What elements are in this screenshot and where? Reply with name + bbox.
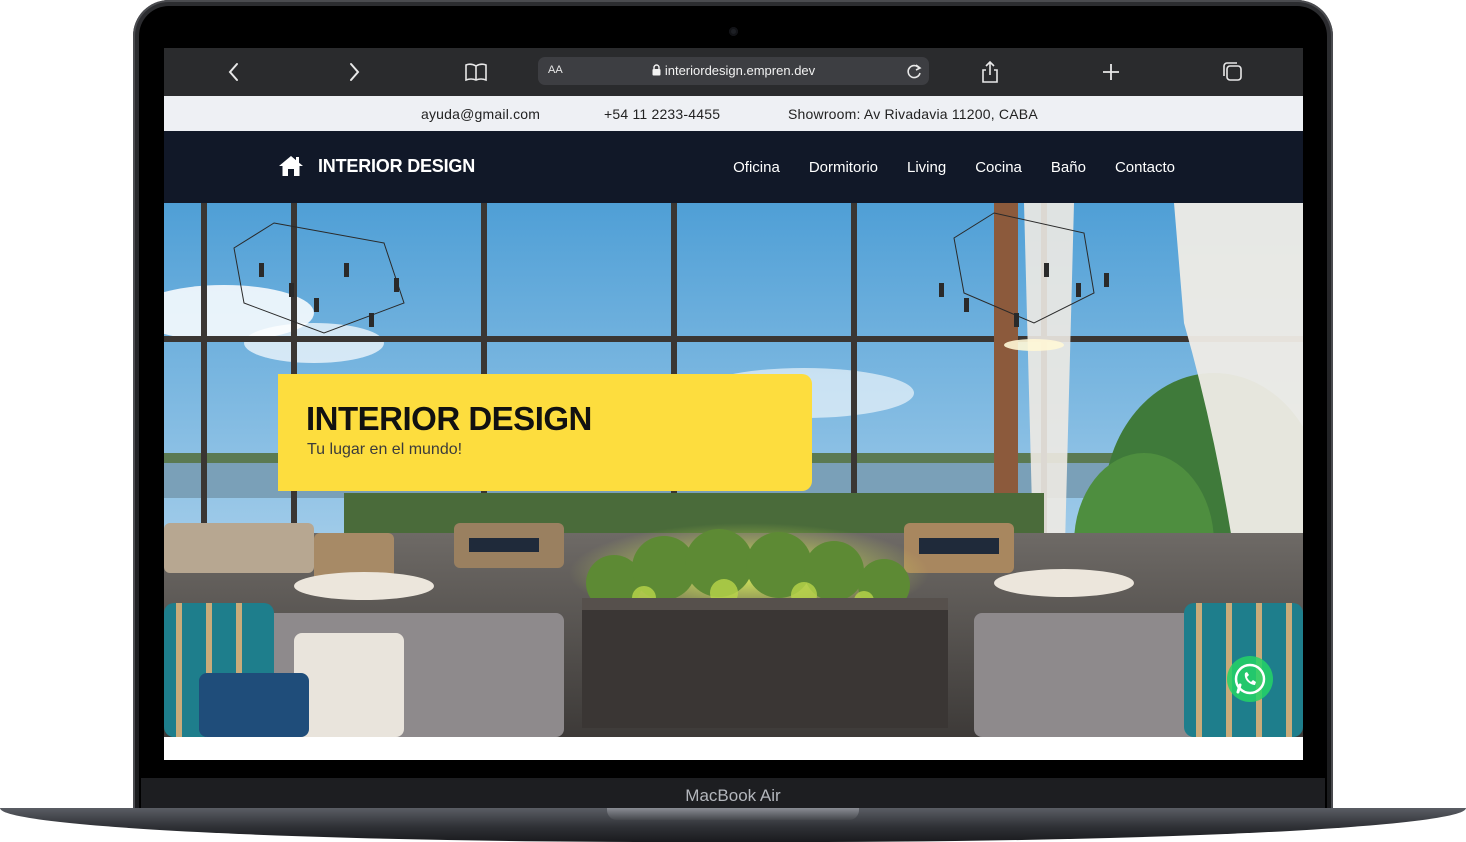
nav-link-dormitorio[interactable]: Dormitorio xyxy=(809,159,878,176)
browser-toolbar: AA interiordesign.empren.dev xyxy=(164,48,1303,96)
brand-name: INTERIOR DESIGN xyxy=(318,155,476,176)
nav-link-contacto[interactable]: Contacto xyxy=(1115,159,1175,176)
plus-icon xyxy=(1103,64,1119,80)
bookmarks-button[interactable] xyxy=(464,60,488,84)
contact-bar: ayuda@gmail.com +54 11 2233-4455 Showroo… xyxy=(164,96,1303,131)
model-label: MacBook Air xyxy=(685,786,781,805)
nav-link-cocina[interactable]: Cocina xyxy=(975,159,1022,176)
contact-email[interactable]: ayuda@gmail.com xyxy=(421,106,540,122)
hero-title: INTERIOR DESIGN xyxy=(306,400,592,437)
book-icon xyxy=(465,63,487,82)
lock-icon xyxy=(652,64,661,76)
url-text: interiordesign.empren.dev xyxy=(664,63,816,78)
forward-icon xyxy=(350,63,360,81)
main-navbar: INTERIOR DESIGN Oficina Dormitorio Livin… xyxy=(164,131,1303,203)
address-bar[interactable]: AA interiordesign.empren.dev xyxy=(538,57,929,85)
nav-link-bano[interactable]: Baño xyxy=(1051,159,1086,176)
brand-logo[interactable]: INTERIOR DESIGN xyxy=(278,155,475,177)
share-icon xyxy=(982,60,998,83)
screen: AA interiordesign.empren.dev ayuda@gmail… xyxy=(164,48,1303,760)
nav-link-oficina[interactable]: Oficina xyxy=(733,159,780,176)
new-tab-button[interactable] xyxy=(1099,60,1123,84)
whatsapp-icon xyxy=(1227,656,1273,702)
back-button[interactable] xyxy=(222,60,246,84)
hero-section: INTERIOR DESIGN Tu lugar en el mundo! xyxy=(164,203,1303,737)
contact-phone[interactable]: +54 11 2233-4455 xyxy=(604,106,720,122)
forward-button[interactable] xyxy=(342,60,366,84)
back-icon xyxy=(228,63,238,81)
camera xyxy=(729,27,738,36)
whatsapp-button[interactable] xyxy=(1225,654,1275,704)
share-button[interactable] xyxy=(978,60,1002,84)
nav-link-living[interactable]: Living xyxy=(907,159,946,176)
base-notch xyxy=(607,808,859,820)
tabs-button[interactable] xyxy=(1221,60,1245,84)
nav-links: Oficina Dormitorio Living Cocina Baño Co… xyxy=(733,159,1175,176)
contact-address: Showroom: Av Rivadavia 11200, CABA xyxy=(788,106,1038,122)
reload-icon[interactable] xyxy=(905,61,923,81)
hero-subtitle: Tu lugar en el mundo! xyxy=(307,441,463,458)
tabs-icon xyxy=(1223,62,1242,81)
home-icon xyxy=(279,156,303,176)
hero-card: INTERIOR DESIGN Tu lugar en el mundo! xyxy=(278,374,812,491)
